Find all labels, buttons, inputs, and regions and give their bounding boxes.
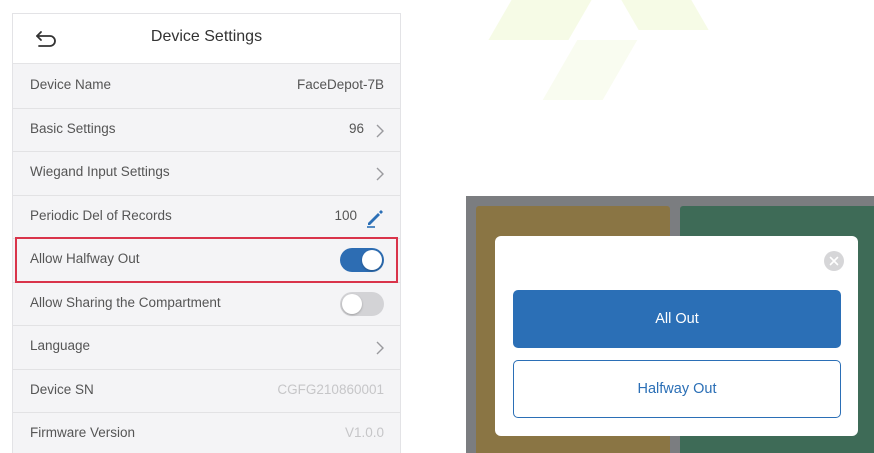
- halfway-out-button[interactable]: Halfway Out: [513, 360, 841, 418]
- row-value: CGFG210860001: [277, 381, 384, 397]
- row-label: Device Name: [30, 77, 112, 92]
- settings-row-basic-settings[interactable]: Basic Settings 96: [13, 109, 400, 152]
- watermark-shape: [542, 40, 638, 100]
- device-settings-screen: Device Settings Device Name FaceDepot-7B…: [12, 13, 401, 453]
- row-value: 100: [334, 207, 357, 223]
- settings-row-device-sn: Device SN CGFG210860001: [13, 370, 400, 413]
- close-icon[interactable]: [824, 251, 844, 271]
- settings-row-firmware: Firmware Version V1.0.0: [13, 413, 400, 453]
- row-value: FaceDepot-7B: [296, 77, 384, 92]
- chevron-right-icon: [376, 124, 384, 137]
- allow-sharing-toggle[interactable]: [340, 291, 384, 316]
- row-label: Firmware Version: [30, 425, 136, 440]
- chevron-right-icon: [376, 341, 384, 355]
- settings-row-periodic-del[interactable]: Periodic Del of Records 100: [13, 196, 400, 239]
- row-label: Language: [30, 338, 91, 353]
- watermark-shape: [621, 0, 709, 30]
- row-label: Wiegand Input Settings: [30, 164, 170, 179]
- all-out-button[interactable]: All Out: [513, 290, 841, 348]
- watermark-shape: [488, 0, 592, 40]
- exit-dialog: All Out Halfway Out: [495, 236, 858, 436]
- toggle-knob: [342, 293, 362, 314]
- settings-row-device-name[interactable]: Device Name FaceDepot-7B: [13, 65, 400, 109]
- settings-row-language[interactable]: Language: [13, 326, 400, 370]
- row-value: V1.0.0: [344, 425, 384, 440]
- settings-row-wiegand-input[interactable]: Wiegand Input Settings: [13, 152, 400, 196]
- settings-row-allow-sharing[interactable]: Allow Sharing the Compartment: [13, 283, 400, 326]
- row-label: Allow Sharing the Compartment: [30, 294, 221, 310]
- chevron-right-icon: [376, 167, 384, 181]
- top-bar: Device Settings: [13, 14, 400, 64]
- pencil-icon[interactable]: [365, 208, 385, 228]
- row-label: Periodic Del of Records: [30, 207, 172, 223]
- row-value: 96: [348, 120, 364, 136]
- highlight-box: [15, 237, 398, 283]
- row-label: Basic Settings: [30, 120, 116, 136]
- row-label: Device SN: [30, 381, 94, 397]
- page-title: Device Settings: [150, 28, 263, 45]
